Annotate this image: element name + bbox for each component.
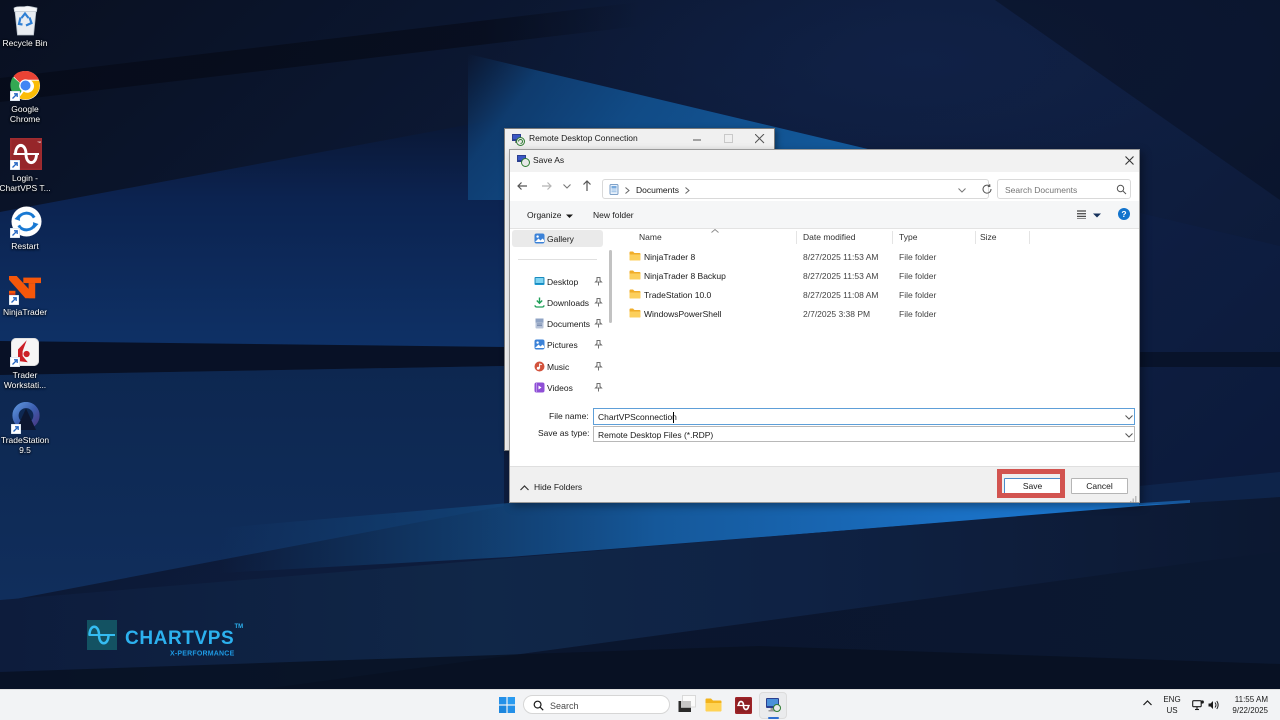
svg-text:CHARTVPS: CHARTVPS [125,628,234,649]
svg-text:™: ™ [37,140,41,145]
svg-text:X-PERFORMANCE: X-PERFORMANCE [170,651,235,658]
svg-text:TM: TM [235,624,244,630]
